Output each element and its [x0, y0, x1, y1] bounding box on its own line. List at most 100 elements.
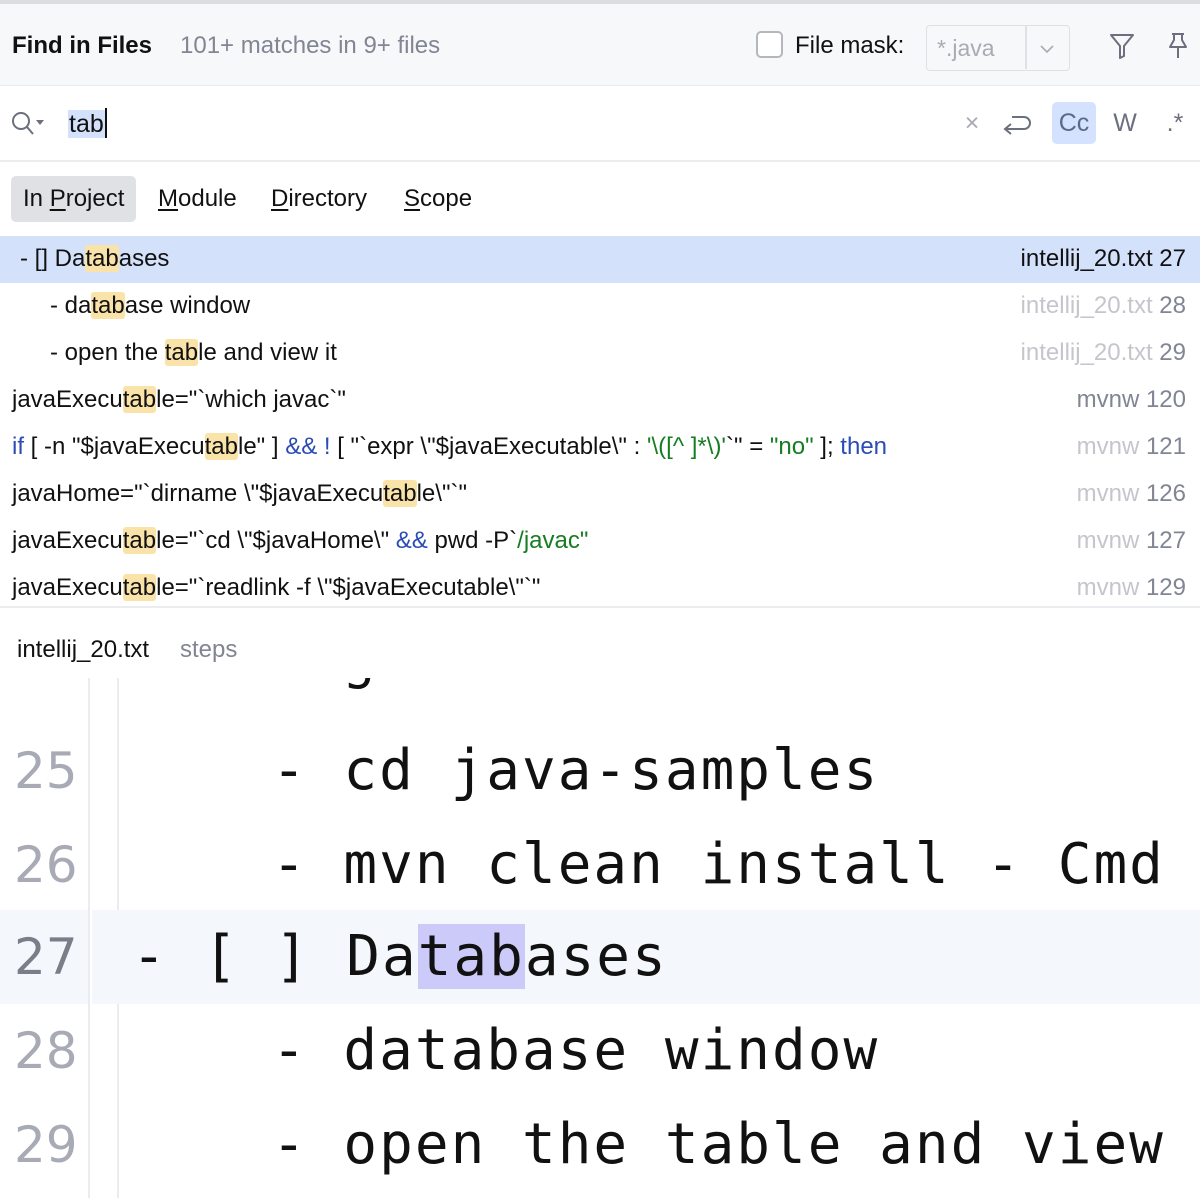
combo-separator [1025, 26, 1027, 69]
code-text: - cd java-samples [272, 738, 879, 803]
result-location: mvnw 129 [1077, 574, 1186, 602]
line-number: 28 [14, 1022, 78, 1080]
match-highlight: tab [204, 433, 238, 460]
match-count: 101+ matches in 9+ files [180, 32, 441, 59]
result-location: mvnw 120 [1077, 386, 1186, 414]
line-number: 24 [14, 678, 78, 688]
preview-editor[interactable]: 24 git status 25 - cd java-samples 26 - mvn c… [0, 678, 1200, 1198]
tab-label: In [23, 185, 50, 212]
search-input[interactable]: tab [68, 108, 107, 139]
scope-tabs: In Project Module Directory Scope [0, 162, 1200, 236]
result-row[interactable]: javaExecutable="`which javac`" mvnw 120 [0, 377, 1200, 424]
result-text: if [ -n "$javaExecutable" ] && ! [ "`exp… [12, 433, 887, 461]
text-fragment: le="`which javac`" [156, 386, 346, 413]
result-row[interactable]: javaExecutable="`readlink -f \"$javaExec… [0, 565, 1200, 606]
result-text: - database window [50, 292, 250, 320]
regex-toggle[interactable]: .* [1160, 102, 1190, 144]
text-fragment: - [] Da [20, 245, 86, 272]
text-fragment: javaExecu [12, 574, 123, 601]
editor-line: 24 git status [0, 678, 1200, 706]
text-fragment: le and view it [198, 339, 337, 366]
text-caret [104, 108, 107, 138]
tab-mnemonic: M [158, 185, 178, 212]
result-row[interactable]: - [] Databases intellij_20.txt 27 [0, 236, 1200, 283]
result-row[interactable]: - open the table and view it intellij_20.… [0, 330, 1200, 377]
code-text: - open the table and view it [272, 1112, 1200, 1177]
result-row[interactable]: - database window intellij_20.txt 28 [0, 283, 1200, 330]
match-case-toggle[interactable]: Cc [1052, 102, 1096, 144]
line-number: 27 [14, 928, 78, 986]
editor-line: 29 - open the table and view it [0, 1098, 1200, 1192]
text-fragment: '\([^ ]*\)' [646, 433, 727, 460]
result-row[interactable]: javaExecutable="`cd \"$javaHome\" && pwd… [0, 518, 1200, 565]
indent-guide [117, 1004, 119, 1198]
match-highlight: tab [85, 245, 119, 272]
results-list[interactable]: - [] Databases intellij_20.txt 27- databa… [0, 236, 1200, 606]
preview-context: steps [180, 636, 238, 663]
match-highlight: tab [383, 480, 417, 507]
text-fragment: ase window [124, 292, 251, 319]
file-mask-label: File mask: [795, 32, 905, 59]
result-text: javaExecutable="`readlink -f \"$javaExec… [12, 574, 540, 602]
line-number: 29 [14, 1116, 78, 1174]
result-row[interactable]: if [ -n "$javaExecutable" ] && ! [ "`exp… [0, 424, 1200, 471]
tab-label: odule [178, 185, 237, 212]
result-line-number: 126 [1145, 480, 1186, 507]
tab-mnemonic: P [49, 185, 66, 212]
result-text: javaExecutable="`cd \"$javaHome\" && pwd… [12, 527, 588, 555]
result-file: mvnw [1076, 433, 1146, 460]
editor-line: 28 - database window [0, 1004, 1200, 1098]
result-line-number: 28 [1159, 292, 1186, 319]
file-mask-checkbox[interactable] [756, 31, 783, 58]
search-history-icon[interactable] [10, 110, 46, 138]
code-fragment: ases [524, 924, 668, 989]
tab-directory[interactable]: Directory [259, 176, 379, 222]
tab-scope[interactable]: Scope [392, 176, 484, 222]
preview-file-name: intellij_20.txt [17, 636, 150, 663]
chevron-down-icon[interactable] [1035, 36, 1059, 60]
code-text: git status [342, 678, 699, 691]
clear-search-button[interactable]: × [958, 102, 986, 144]
pin-icon[interactable] [1164, 30, 1192, 60]
tab-label: irectory [288, 185, 368, 212]
find-header: Find in Files 101+ matches in 9+ files F… [0, 4, 1200, 86]
match-highlight: tab [122, 527, 157, 554]
result-line-number: 120 [1145, 386, 1186, 413]
line-number: 26 [14, 836, 78, 894]
file-mask-combo[interactable]: *.java [926, 25, 1070, 71]
text-fragment: if [12, 433, 24, 460]
text-fragment: - da [50, 292, 92, 319]
match-highlight: tab [122, 574, 157, 601]
new-line-button[interactable] [998, 102, 1034, 144]
dialog-title: Find in Files [12, 32, 153, 59]
code-fragment: git status [342, 678, 699, 691]
text-fragment: [ -n "$javaExecu [24, 433, 205, 460]
match-highlight: tab [417, 924, 525, 989]
match-highlight: tab [91, 292, 125, 319]
text-fragment: ases [118, 245, 170, 272]
text-fragment: javaExecu [12, 527, 123, 554]
text-fragment: le\"`" [416, 480, 467, 507]
result-line-number: 29 [1159, 339, 1186, 366]
result-location: mvnw 126 [1077, 480, 1186, 508]
newline-icon [1003, 116, 1031, 135]
result-file: intellij_20.txt [1020, 339, 1160, 366]
text-fragment: && ! [285, 433, 331, 460]
filter-icon[interactable] [1108, 30, 1136, 60]
tab-in-project[interactable]: In Project [11, 176, 137, 222]
file-mask-value: *.java [937, 35, 995, 61]
result-text: javaHome="`dirname \"$javaExecutable\"`" [12, 480, 467, 508]
text-fragment: ]; [813, 433, 841, 460]
result-file: mvnw [1076, 386, 1146, 413]
editor-line: 25 - cd java-samples [0, 724, 1200, 818]
code-fragment: - mvn clean install - Cmd + F9 [272, 832, 1165, 897]
search-input-value: tab [68, 110, 105, 138]
tab-module[interactable]: Module [146, 176, 249, 222]
result-row[interactable]: javaHome="`dirname \"$javaExecutable\"`"… [0, 471, 1200, 518]
tab-label: roject [65, 185, 125, 212]
result-file: mvnw [1076, 480, 1146, 507]
line-number: 25 [14, 742, 78, 800]
whole-words-toggle[interactable]: W [1108, 102, 1142, 144]
match-highlight: tab [122, 386, 157, 413]
editor-line: 26 - mvn clean install - Cmd + F9 [0, 818, 1200, 912]
